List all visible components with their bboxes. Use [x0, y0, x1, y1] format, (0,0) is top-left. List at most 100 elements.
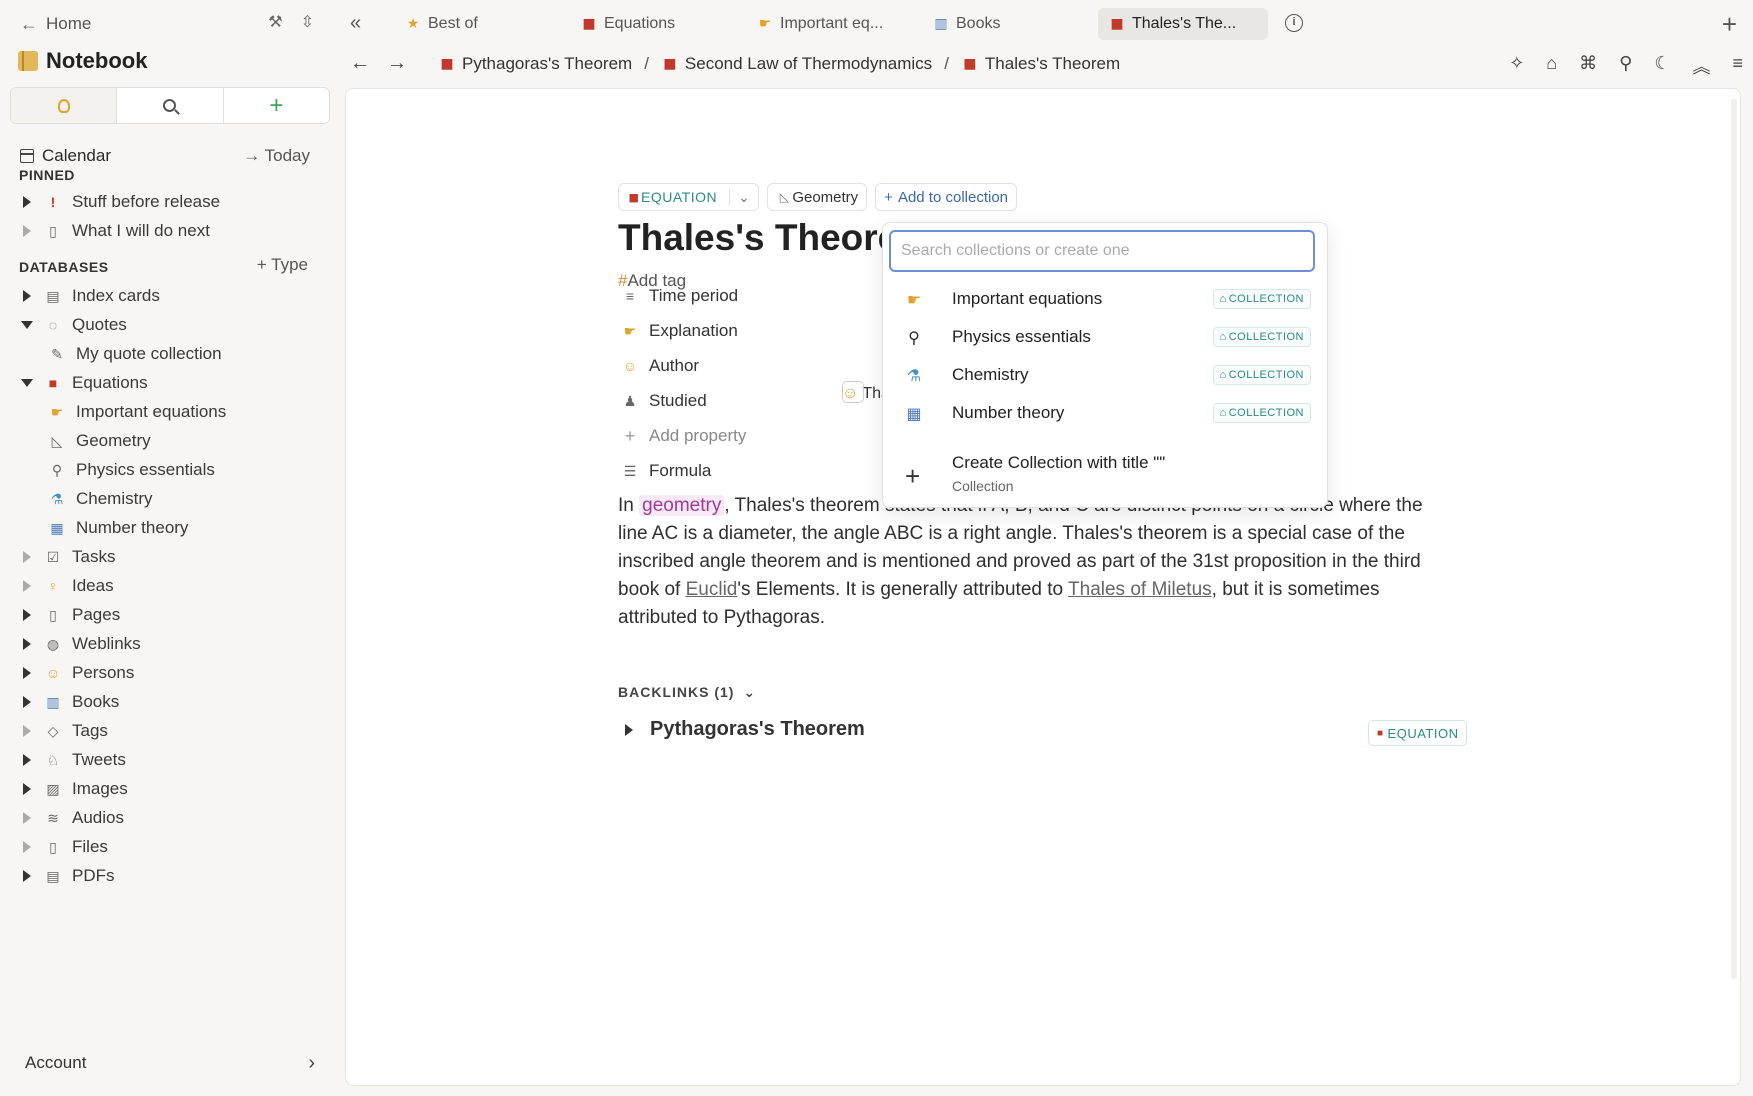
info-icon[interactable]: i	[1285, 14, 1303, 32]
sidebar-item-number-theory[interactable]: ▦ Number theory	[48, 515, 348, 541]
breadcrumb-item[interactable]: Second Law of Thermodynamics	[685, 54, 932, 74]
sidebar-item-geometry[interactable]: ◺ Geometry	[48, 428, 348, 454]
property-studied[interactable]: ♟ Studied	[621, 388, 707, 414]
expand-triangle-icon[interactable]	[20, 695, 34, 709]
new-tab-button[interactable]: +	[1722, 9, 1737, 40]
create-button[interactable]: +	[224, 88, 329, 123]
sidebar-item-what-i-will-do-next[interactable]: ▯ What I will do next	[20, 218, 320, 244]
sidebar-item-tags[interactable]: ◇ Tags	[20, 718, 320, 744]
sidebar-item-quotes[interactable]: ◌ Quotes	[20, 312, 320, 338]
expand-triangle-icon[interactable]	[20, 869, 34, 883]
property-formula[interactable]: ☰ Formula	[621, 458, 712, 484]
expand-triangle-icon[interactable]	[20, 811, 34, 825]
sidebar-item-chemistry[interactable]: ⚗ Chemistry	[48, 486, 348, 512]
sidebar-item-pdfs[interactable]: ▤ PDFs	[20, 863, 320, 889]
expand-triangle-icon[interactable]	[20, 782, 34, 796]
sidebar-item-stuff-before-release[interactable]: ! Stuff before release	[20, 189, 320, 215]
add-to-collection-button[interactable]: + Add to collection	[875, 183, 1018, 211]
scrollbar[interactable]	[1731, 99, 1737, 979]
property-author[interactable]: ☺ Author	[621, 353, 699, 379]
type-chip[interactable]: ■ EQUATION ⌄	[618, 183, 760, 211]
dropdown-item-chemistry[interactable]: ⚗ Chemistry ⌂ COLLECTION	[883, 355, 1327, 395]
sidebar-item-equations[interactable]: ■ Equations	[20, 370, 320, 396]
pin-icon[interactable]: ⚲	[1619, 53, 1632, 79]
chevron-down-icon[interactable]: ⌄	[729, 188, 750, 206]
graduation-cap-icon[interactable]: ⌂	[1546, 53, 1557, 79]
dropdown-item-number-theory[interactable]: ▦ Number theory ⌂ COLLECTION	[883, 393, 1327, 433]
sidebar-item-persons[interactable]: ☺ Persons	[20, 660, 320, 686]
today-link[interactable]: → Today	[243, 146, 310, 166]
collection-search-input[interactable]	[889, 230, 1315, 272]
sidebar-item-index-cards[interactable]: ▤ Index cards	[20, 283, 320, 309]
expand-triangle-icon[interactable]	[20, 195, 34, 209]
expand-triangle-icon[interactable]	[20, 724, 34, 738]
wrench-icon[interactable]: ⚒	[268, 12, 282, 32]
sidebar-item-ideas[interactable]: ♀ Ideas	[20, 573, 320, 599]
expand-triangle-icon[interactable]	[20, 224, 34, 238]
sidebar-item-tasks[interactable]: ☑ Tasks	[20, 544, 320, 570]
studied-checkbox[interactable]	[842, 381, 864, 403]
forward-arrow-icon[interactable]: →	[387, 52, 407, 75]
expand-triangle-icon[interactable]	[20, 579, 34, 593]
sidebar-item-tweets[interactable]: ♘ Tweets	[20, 747, 320, 773]
add-property-button[interactable]: + Add property	[621, 423, 747, 449]
sidebar-item-images[interactable]: ▨ Images	[20, 776, 320, 802]
expand-triangle-icon[interactable]	[622, 723, 636, 737]
sparkle-icon[interactable]: ✧	[1509, 53, 1524, 79]
sidebar-item-physics-essentials[interactable]: ⚲ Physics essentials	[48, 457, 348, 483]
sidebar-item-pages[interactable]: ▯ Pages	[20, 602, 320, 628]
property-label: Studied	[649, 391, 707, 410]
tab-books[interactable]: ▥ Books	[922, 8, 1010, 40]
property-time-period[interactable]: ≡ Time period	[621, 283, 738, 309]
sidebar-item-label: Index cards	[72, 286, 160, 305]
page-title[interactable]: Thales's Theorem	[618, 217, 888, 259]
collapse-triangle-icon[interactable]	[20, 318, 34, 332]
expand-triangle-icon[interactable]	[20, 550, 34, 564]
tab-equations[interactable]: ■ Equations	[570, 8, 685, 40]
backlink-item[interactable]: Pythagoras's Theorem	[622, 718, 865, 741]
search-mode-button[interactable]	[117, 88, 224, 123]
sidebar-item-important-equations[interactable]: ☛ Important equations	[48, 399, 348, 425]
menu-icon[interactable]: ≡	[1732, 53, 1743, 79]
collapse-sidebar-icon[interactable]: «	[350, 12, 361, 35]
breadcrumb-item[interactable]: Pythagoras's Theorem	[462, 54, 632, 74]
notebook-title[interactable]: Notebook	[18, 48, 147, 74]
expand-triangle-icon[interactable]	[20, 289, 34, 303]
home-link[interactable]: ← Home ⚒ ⇳	[20, 12, 320, 36]
tab-best-of[interactable]: ★ Best of	[394, 8, 488, 40]
tab-thales-theorem[interactable]: ■ Thales's The...	[1098, 8, 1268, 40]
page-body[interactable]: In geometry, Thales's theorem states tha…	[618, 492, 1438, 632]
ideas-mode-button[interactable]	[11, 88, 118, 123]
graph-icon[interactable]: ⌘	[1579, 53, 1597, 79]
tag-link-geometry[interactable]: geometry	[639, 495, 725, 516]
sidebar-item-my-quote-collection[interactable]: ✎ My quote collection	[48, 341, 348, 367]
dropdown-item-important-equations[interactable]: ☛ Important equations ⌂ COLLECTION	[883, 279, 1327, 319]
sidebar-item-files[interactable]: ▯ Files	[20, 834, 320, 860]
link-thales-of-miletus[interactable]: Thales of Miletus	[1068, 579, 1212, 600]
breadcrumb-item[interactable]: Thales's Theorem	[985, 54, 1120, 74]
sidebar-item-books[interactable]: ▥ Books	[20, 689, 320, 715]
expand-triangle-icon[interactable]	[20, 666, 34, 680]
link-euclid[interactable]: Euclid	[686, 579, 738, 600]
create-collection-option[interactable]: + Create Collection with title "" Collec…	[883, 451, 1327, 501]
calendar-link[interactable]: Calendar → Today	[20, 146, 320, 166]
expand-collapse-icon[interactable]: ⇳	[301, 12, 314, 32]
expand-triangle-icon[interactable]	[20, 608, 34, 622]
back-arrow-icon[interactable]: ←	[350, 52, 370, 75]
expand-triangle-icon[interactable]	[20, 840, 34, 854]
expand-triangle-icon[interactable]	[20, 753, 34, 767]
sidebar-item-audios[interactable]: ≋ Audios	[20, 805, 320, 831]
collapse-triangle-icon[interactable]	[20, 376, 34, 390]
lock-icon: ⌂	[1219, 293, 1227, 305]
double-chevron-up-icon[interactable]: ︽	[1692, 53, 1710, 79]
moon-icon[interactable]: ☾	[1654, 53, 1670, 79]
account-link[interactable]: Account ›	[25, 1052, 315, 1074]
backlinks-header[interactable]: BACKLINKS (1) ⌄	[618, 684, 756, 701]
expand-triangle-icon[interactable]	[20, 637, 34, 651]
tab-important-equations[interactable]: ☛ Important eq...	[746, 8, 893, 40]
sidebar-item-weblinks[interactable]: ◍ Weblinks	[20, 631, 320, 657]
dropdown-item-physics-essentials[interactable]: ⚲ Physics essentials ⌂ COLLECTION	[883, 317, 1327, 357]
property-explanation[interactable]: ☛ Explanation	[621, 318, 738, 344]
add-type-button[interactable]: + Type	[257, 255, 308, 275]
collection-chip[interactable]: ◺ Geometry	[767, 183, 868, 211]
